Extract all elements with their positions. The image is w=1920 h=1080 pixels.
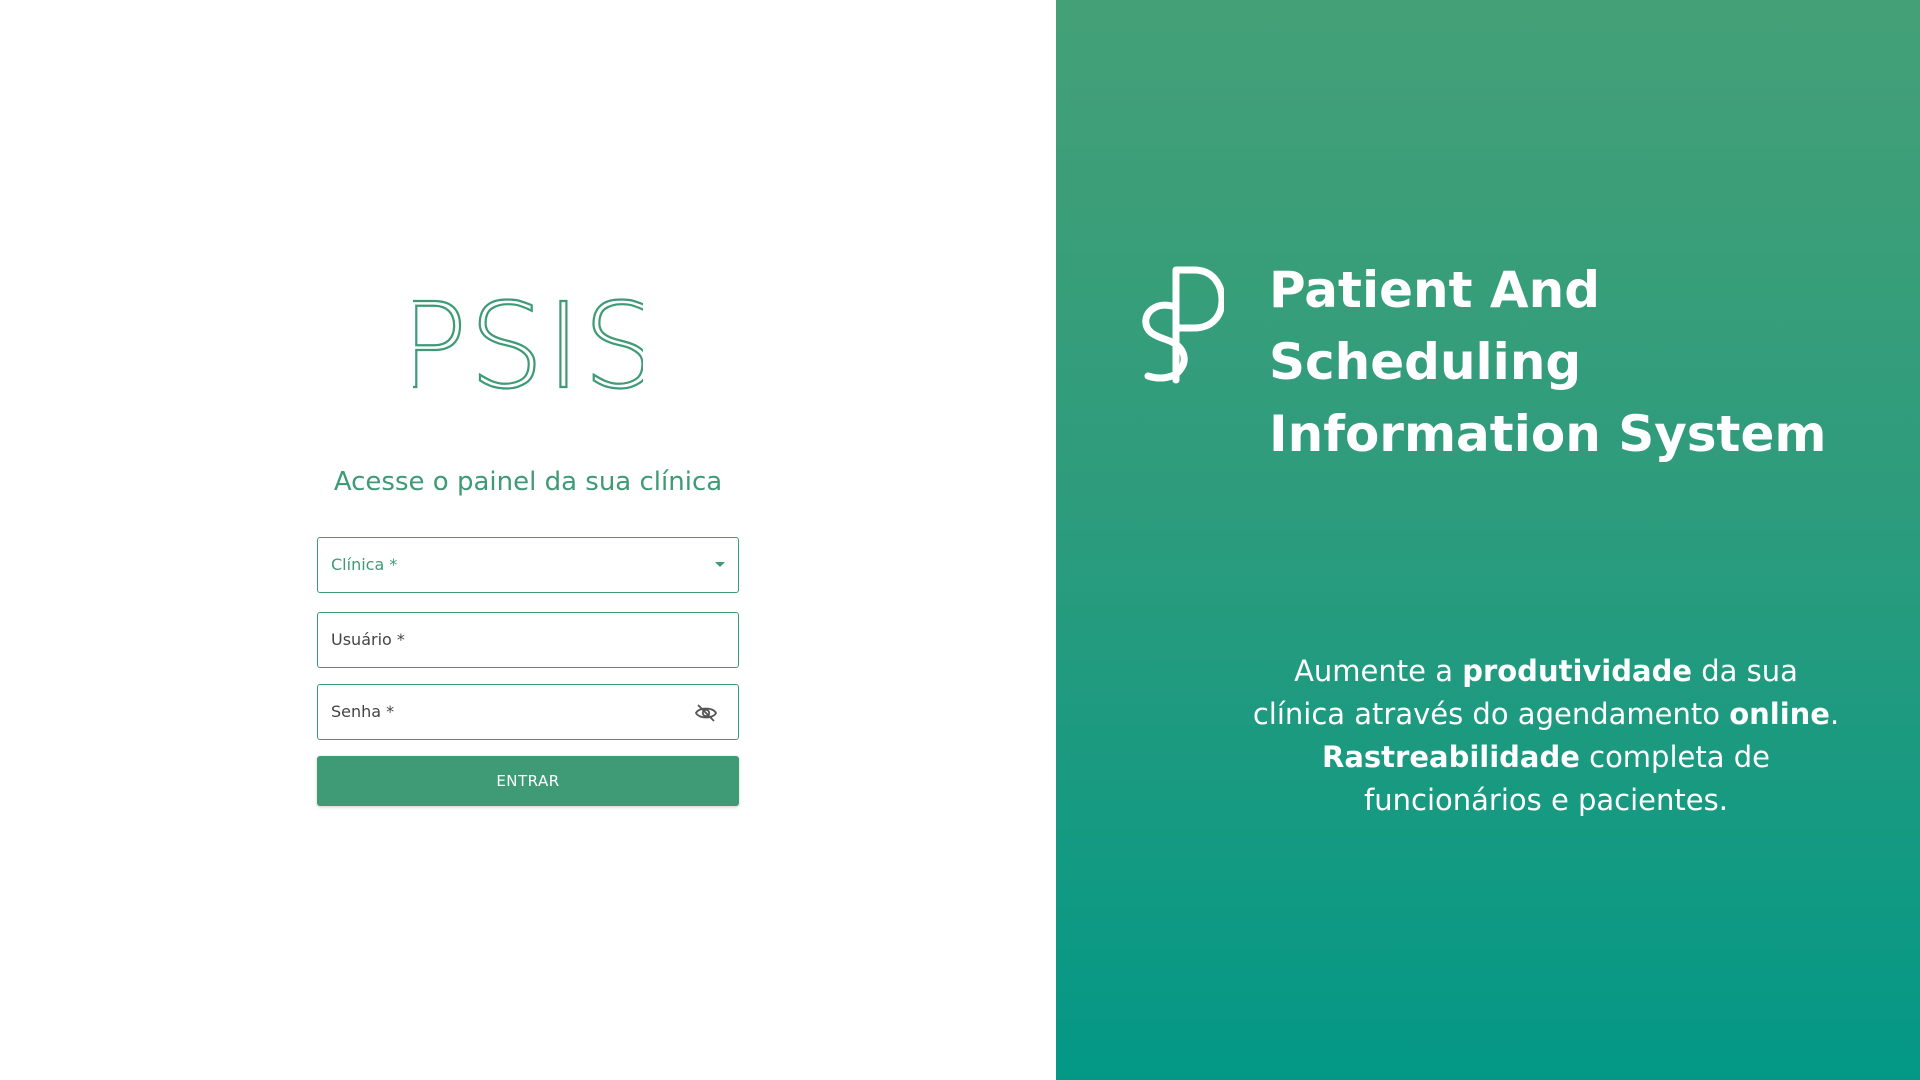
login-subtitle: Acesse o painel da sua clínica xyxy=(333,467,723,497)
psis-logo-mark: PSIS xyxy=(413,295,643,395)
chevron-down-icon[interactable] xyxy=(715,562,725,567)
ps-monogram-icon xyxy=(1142,266,1224,384)
brand-title-line1: Patient And Scheduling xyxy=(1269,261,1600,391)
senha-label: Senha * xyxy=(331,702,395,721)
eye-off-icon[interactable] xyxy=(694,702,718,724)
tagline-text: da sua xyxy=(1692,654,1798,688)
usuario-field[interactable]: Usuário * xyxy=(317,612,739,668)
tagline-text: clínica através do agendamento xyxy=(1252,697,1730,731)
psis-logo: PSIS xyxy=(0,295,1056,395)
tagline-line3: Rastreabilidade completa de xyxy=(1136,736,1920,779)
tagline-line2: clínica através do agendamento online. xyxy=(1136,693,1920,736)
login-panel: PSIS Acesse o painel da sua clínica Clín… xyxy=(0,0,1056,1080)
clinica-label: Clínica * xyxy=(331,555,398,574)
brand-title: Patient And Scheduling Information Syste… xyxy=(1269,254,1889,470)
brand-panel: Patient And Scheduling Information Syste… xyxy=(1056,0,1920,1080)
tagline-emphasis: produtividade xyxy=(1462,654,1692,688)
clinica-select[interactable]: Clínica * xyxy=(317,537,739,593)
tagline-text: Aumente a xyxy=(1294,654,1463,688)
tagline-text: completa de xyxy=(1579,740,1770,774)
tagline-line4: funcionários e pacientes. xyxy=(1364,783,1728,817)
entrar-button[interactable]: ENTRAR xyxy=(317,756,739,806)
tagline-emphasis: Rastreabilidade xyxy=(1322,740,1580,774)
tagline-line1: Aumente a produtividade da sua xyxy=(1136,650,1920,693)
tagline-emphasis: online xyxy=(1729,697,1830,731)
senha-field[interactable]: Senha * xyxy=(317,684,739,740)
login-page: PSIS Acesse o painel da sua clínica Clín… xyxy=(0,0,1920,1080)
usuario-label: Usuário * xyxy=(331,630,405,649)
tagline-text: . xyxy=(1829,697,1840,731)
psis-logo-text: PSIS xyxy=(413,295,643,395)
brand-title-line2: Information System xyxy=(1269,405,1827,463)
tagline: Aumente a produtividade da sua clínica a… xyxy=(1136,650,1920,822)
